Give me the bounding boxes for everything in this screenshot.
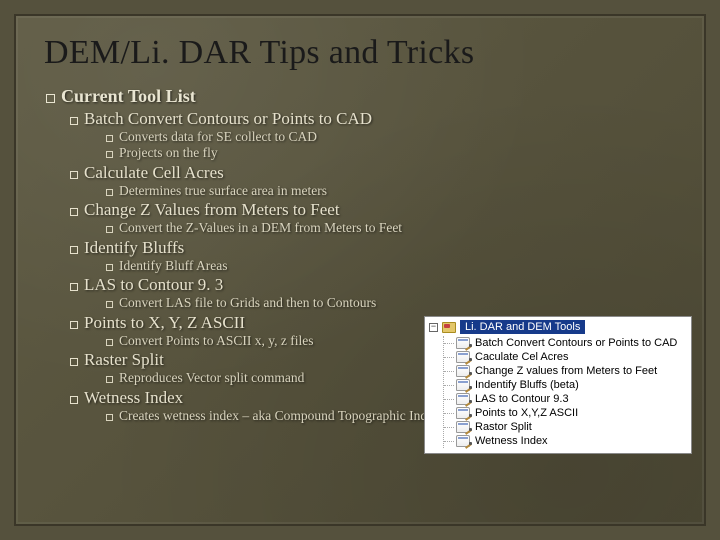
script-icon — [456, 435, 470, 447]
toolbox-items: Batch Convert Contours or Points to CAD C… — [443, 336, 687, 448]
tool-sub-text: Reproduces Vector split command — [119, 370, 304, 386]
toolbox-item-label: Rastor Split — [475, 421, 532, 433]
toolbox-item-label: Change Z values from Meters to Feet — [475, 365, 657, 377]
bullet-icon — [106, 376, 113, 383]
tool-subitem: Convert LAS file to Grids and then to Co… — [106, 295, 676, 311]
tool-sub-text: Determines true surface area in meters — [119, 183, 327, 199]
bullet-icon — [70, 246, 78, 254]
tool-sub-text: Convert LAS file to Grids and then to Co… — [119, 295, 376, 311]
tool-name: Raster Split — [84, 350, 164, 370]
toolbox-item-label: Points to X,Y,Z ASCII — [475, 407, 578, 419]
slide-title: DEM/Li. DAR Tips and Tricks — [44, 34, 676, 72]
tool-sub-text: Convert Points to ASCII x, y, z files — [119, 333, 314, 349]
toolbox-icon — [442, 322, 456, 333]
tool-name: Batch Convert Contours or Points to CAD — [84, 109, 372, 129]
toolbox-script-item[interactable]: Wetness Index — [448, 434, 687, 448]
script-icon — [456, 365, 470, 377]
script-icon — [456, 351, 470, 363]
tool-item: Change Z Values from Meters to Feet — [70, 200, 676, 220]
tool-name: Wetness Index — [84, 388, 183, 408]
bullet-icon — [70, 321, 78, 329]
toolbox-script-item[interactable]: Batch Convert Contours or Points to CAD — [448, 336, 687, 350]
tool-name: Change Z Values from Meters to Feet — [84, 200, 340, 220]
tool-sub-text: Converts data for SE collect to CAD — [119, 129, 317, 145]
tool-subitem: Determines true surface area in meters — [106, 183, 676, 199]
tool-subitem: Converts data for SE collect to CAD — [106, 129, 676, 145]
toolbox-item-label: Wetness Index — [475, 435, 548, 447]
bullet-icon — [106, 226, 113, 233]
toolbox-script-item[interactable]: Indentify Bluffs (beta) — [448, 378, 687, 392]
heading-current-tool-list: Current Tool List — [46, 86, 676, 107]
bullet-icon — [70, 208, 78, 216]
toolbox-script-item[interactable]: Points to X,Y,Z ASCII — [448, 406, 687, 420]
tool-name: Calculate Cell Acres — [84, 163, 224, 183]
bullet-icon — [70, 396, 78, 404]
toolbox-root-label[interactable]: Li. DAR and DEM Tools — [460, 320, 585, 334]
bullet-icon — [70, 358, 78, 366]
script-icon — [456, 337, 470, 349]
bullet-icon — [106, 135, 113, 142]
bullet-icon — [106, 189, 113, 196]
bullet-icon — [106, 301, 113, 308]
tool-item: LAS to Contour 9. 3 — [70, 275, 676, 295]
tool-name: Identify Bluffs — [84, 238, 184, 258]
tool-subitem: Identify Bluff Areas — [106, 258, 676, 274]
tool-subitem: Projects on the fly — [106, 145, 676, 161]
toolbox-script-item[interactable]: Change Z values from Meters to Feet — [448, 364, 687, 378]
arctoolbox-panel: Li. DAR and DEM Tools Batch Convert Cont… — [424, 316, 692, 454]
tool-item: Batch Convert Contours or Points to CAD — [70, 109, 676, 129]
script-icon — [456, 421, 470, 433]
tool-sub-text: Creates wetness index – aka Compound Top… — [119, 408, 440, 424]
tool-item: Calculate Cell Acres — [70, 163, 676, 183]
tool-item: Identify Bluffs — [70, 238, 676, 258]
toolbox-item-label: Indentify Bluffs (beta) — [475, 379, 579, 391]
bullet-icon — [70, 171, 78, 179]
script-icon — [456, 407, 470, 419]
bullet-icon — [46, 94, 55, 103]
collapse-icon[interactable] — [429, 323, 438, 332]
toolbox-root-row[interactable]: Li. DAR and DEM Tools — [429, 320, 687, 334]
toolbox-script-item[interactable]: Rastor Split — [448, 420, 687, 434]
bullet-icon — [70, 283, 78, 291]
toolbox-script-item[interactable]: Caculate Cel Acres — [448, 350, 687, 364]
tool-name: Points to X, Y, Z ASCII — [84, 313, 245, 333]
tool-sub-text: Projects on the fly — [119, 145, 218, 161]
toolbox-script-item[interactable]: LAS to Contour 9.3 — [448, 392, 687, 406]
tool-subitem: Convert the Z-Values in a DEM from Meter… — [106, 220, 676, 236]
tool-name: LAS to Contour 9. 3 — [84, 275, 223, 295]
bullet-icon — [106, 264, 113, 271]
tool-sub-text: Convert the Z-Values in a DEM from Meter… — [119, 220, 402, 236]
bullet-icon — [106, 339, 113, 346]
tool-sub-text: Identify Bluff Areas — [119, 258, 227, 274]
bullet-icon — [106, 151, 113, 158]
toolbox-item-label: LAS to Contour 9.3 — [475, 393, 569, 405]
script-icon — [456, 393, 470, 405]
bullet-icon — [106, 414, 113, 421]
toolbox-item-label: Caculate Cel Acres — [475, 351, 569, 363]
heading-text: Current Tool List — [61, 86, 196, 107]
toolbox-item-label: Batch Convert Contours or Points to CAD — [475, 337, 677, 349]
bullet-icon — [70, 117, 78, 125]
script-icon — [456, 379, 470, 391]
